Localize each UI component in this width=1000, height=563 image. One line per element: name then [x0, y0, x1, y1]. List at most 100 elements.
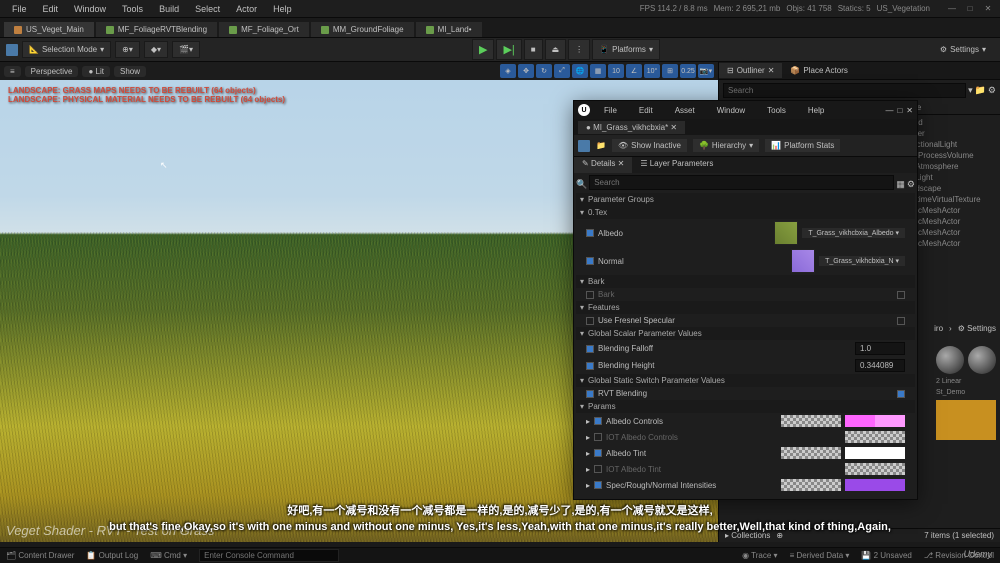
tint-swatch-l[interactable]	[781, 447, 841, 459]
iotalbedo-swatch[interactable]	[845, 431, 905, 443]
details-gear-icon[interactable]: ⚙	[907, 179, 915, 190]
unsaved-button[interactable]: 💾 2 Unsaved	[861, 551, 911, 560]
me-menu-tools[interactable]: Tools	[759, 104, 794, 117]
expand-icon[interactable]: ▸	[586, 465, 590, 474]
expand-icon[interactable]: ▸	[586, 433, 590, 442]
outliner-search-input[interactable]	[723, 83, 966, 98]
tab-main-level[interactable]: US_Veget_Main	[4, 22, 94, 37]
albedoctrl-swatch-r[interactable]	[845, 415, 905, 427]
place-actors-tab[interactable]: 📦 Place Actors	[782, 63, 855, 78]
filter-icon[interactable]: ▾	[968, 85, 973, 96]
platform-stats-button[interactable]: 📊 Platform Stats	[765, 139, 840, 152]
menu-file[interactable]: File	[4, 2, 35, 16]
menu-tools[interactable]: Tools	[114, 2, 151, 16]
group-scalar[interactable]: ▾ Global Scalar Parameter Values	[576, 327, 915, 340]
outliner-tab[interactable]: ⊟ Outliner ✕	[719, 63, 782, 78]
tint-checkbox[interactable]	[594, 449, 602, 457]
trace-button[interactable]: ◉ Trace ▾	[742, 551, 777, 560]
settings-side-button[interactable]: ⚙ Settings	[958, 324, 996, 333]
me-document-tab[interactable]: ● MI_Grass_vikhcbxia* ✕	[578, 121, 685, 134]
angle-val[interactable]: 10°	[644, 64, 660, 78]
expand-icon[interactable]: ▸	[586, 449, 590, 458]
preview-tile[interactable]	[936, 400, 996, 440]
perspective-dropdown[interactable]: Perspective	[25, 66, 79, 77]
normal-checkbox[interactable]	[586, 257, 594, 265]
rvt-value-checkbox[interactable]	[897, 390, 905, 398]
albedoctrl-swatch-l[interactable]	[781, 415, 841, 427]
tint-swatch-r[interactable]	[845, 447, 905, 459]
maximize-icon[interactable]: □	[962, 2, 978, 16]
menu-build[interactable]: Build	[151, 2, 187, 16]
snap-val[interactable]: 10	[608, 64, 624, 78]
coord-tool[interactable]: 🌐	[572, 64, 588, 78]
me-close-icon[interactable]: ✕	[906, 106, 913, 115]
normal-texture-slot[interactable]	[791, 249, 815, 273]
albedo-checkbox[interactable]	[586, 229, 594, 237]
spec-swatch-r[interactable]	[845, 479, 905, 491]
falloff-input[interactable]	[855, 342, 905, 355]
scale-snap[interactable]: ⊞	[662, 64, 678, 78]
iottint-checkbox[interactable]	[594, 465, 602, 473]
group-bark[interactable]: ▾ Bark	[576, 275, 915, 288]
bark-value-checkbox[interactable]	[897, 291, 905, 299]
parameter-groups-header[interactable]: ▾ Parameter Groups	[576, 193, 915, 206]
cinematics-button[interactable]: 🎬▾	[172, 41, 200, 58]
show-inactive-button[interactable]: 👁 Show Inactive	[612, 139, 687, 152]
iottint-swatch[interactable]	[845, 463, 905, 475]
height-input[interactable]	[855, 359, 905, 372]
preview-sphere[interactable]	[936, 346, 964, 374]
tab-mf2[interactable]: MF_Foliage_Ort	[219, 22, 309, 37]
fresnel-value-checkbox[interactable]	[897, 317, 905, 325]
menu-help[interactable]: Help	[265, 2, 300, 16]
gear-icon[interactable]: ⚙	[988, 85, 996, 96]
skip-button[interactable]: ▶|	[496, 39, 521, 60]
console-input[interactable]	[199, 549, 339, 562]
play-options-button[interactable]: ⋮	[568, 39, 590, 60]
tab-mm[interactable]: MM_GroundFoliage	[311, 22, 414, 37]
snap-grid[interactable]: ▦	[590, 64, 606, 78]
expand-icon[interactable]: ▸	[586, 481, 590, 490]
angle-snap[interactable]: ∠	[626, 64, 642, 78]
me-menu-asset[interactable]: Asset	[667, 104, 703, 117]
me-maximize-icon[interactable]: □	[897, 106, 902, 115]
grid-icon[interactable]: ▦	[896, 179, 905, 190]
me-menu-help[interactable]: Help	[800, 104, 832, 117]
derived-data-button[interactable]: ≡ Derived Data ▾	[790, 551, 850, 560]
me-browse-icon[interactable]: 📁	[596, 141, 606, 150]
group-params[interactable]: ▾ Params	[576, 400, 915, 413]
minimize-icon[interactable]: —	[944, 2, 960, 16]
spec-swatch-l[interactable]	[781, 479, 841, 491]
eject-button[interactable]: ⏏	[545, 39, 567, 60]
details-tab[interactable]: ✎ Details ✕	[574, 157, 632, 173]
spec-checkbox[interactable]	[594, 481, 602, 489]
falloff-checkbox[interactable]	[586, 345, 594, 353]
blueprint-button[interactable]: ◆▾	[144, 41, 168, 58]
me-menu-edit[interactable]: Edit	[631, 104, 661, 117]
scale-val[interactable]: 0.25	[680, 64, 696, 78]
viewport-menu[interactable]: ≡	[4, 66, 21, 77]
albedo-texture-combo[interactable]: T_Grass_vikhcbxia_Albedo ▾	[802, 228, 905, 238]
normal-texture-combo[interactable]: T_Grass_vikhcbxia_N ▾	[819, 256, 905, 266]
bark-checkbox[interactable]	[586, 291, 594, 299]
settings-button[interactable]: ⚙ Settings ▾	[932, 42, 994, 57]
menu-actor[interactable]: Actor	[228, 2, 265, 16]
menu-edit[interactable]: Edit	[35, 2, 67, 16]
iotalbedo-checkbox[interactable]	[594, 433, 602, 441]
albedo-texture-slot[interactable]	[774, 221, 798, 245]
me-minimize-icon[interactable]: —	[885, 106, 893, 115]
me-save-icon[interactable]	[578, 140, 590, 152]
stop-button[interactable]: ■	[524, 39, 543, 60]
tab-mi-land[interactable]: MI_Land•	[416, 22, 482, 37]
menu-select[interactable]: Select	[187, 2, 228, 16]
height-checkbox[interactable]	[586, 362, 594, 370]
group-features[interactable]: ▾ Features	[576, 301, 915, 314]
camera-speed[interactable]: 📷▾	[698, 64, 714, 78]
folder-icon[interactable]: 📁	[975, 85, 986, 96]
me-menu-file[interactable]: File	[596, 104, 625, 117]
platforms-button[interactable]: 📱 Platforms ▾	[592, 39, 660, 60]
nav-right-icon[interactable]: ›	[949, 324, 952, 333]
menu-window[interactable]: Window	[66, 2, 114, 16]
tab-mf1[interactable]: MF_FoliageRVTBlending	[96, 22, 217, 37]
mode-selector[interactable]: 📐 Selection Mode ▾	[22, 41, 111, 58]
transform-tool[interactable]: ◈	[500, 64, 516, 78]
